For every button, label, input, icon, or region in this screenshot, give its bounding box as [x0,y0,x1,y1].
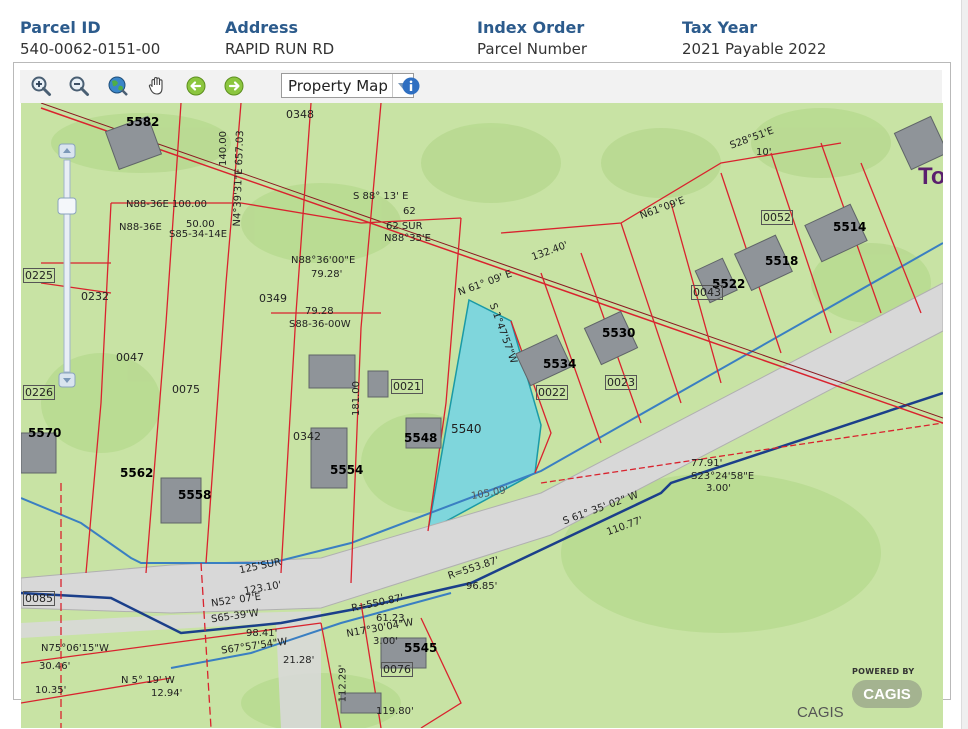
house-number-label: 5534 [543,357,577,371]
house-number-label: 5514 [833,220,867,234]
annotation: N75°06'15"W [41,643,109,654]
zoom-slider-handle[interactable] [57,197,77,215]
house-number-label: 5558 [178,488,212,502]
tax-year-field: Tax Year 2021 Payable 2022 [682,18,826,59]
parcel-code-label: 0076 [381,662,413,677]
parcel-id-value: 540-0062-0151-00 [20,40,161,58]
address-value: RAPID RUN RD [225,40,335,58]
annotation: 61.23 [376,613,405,624]
index-order-field: Index Order Parcel Number [477,18,587,59]
house-number-label: 5518 [765,254,799,268]
annotation: 79.28 [305,306,334,317]
annotation: 21.28' [283,655,315,666]
parcel-code-label: 0232 [81,290,109,303]
house-number-label: 5570 [28,426,62,440]
place-label: To [918,163,943,190]
annotation: 30.46' [39,661,71,672]
annotation: N88-36E 100.00 [126,199,208,210]
powered-by-logo: POWERED BY CAGIS [852,667,934,719]
annotation: S88-36-00W [289,319,351,330]
info-button[interactable] [398,74,424,98]
powered-by-text: POWERED BY [852,667,915,676]
annotation: 3.00' [706,483,732,494]
cagis-logo: CAGIS [852,680,922,708]
annotation: 79.28' [311,269,343,280]
annotation: 12.94' [151,688,183,699]
map-canvas [21,103,943,728]
hand-pan-icon [148,76,163,95]
annotation: 62 SUR [386,221,423,232]
zoom-slider[interactable] [55,140,81,390]
parcel-code-label: 0021 [391,379,423,394]
zoom-in-button[interactable] [28,74,54,98]
house-number-label: 5554 [330,463,364,477]
tax-year-label: Tax Year [682,18,758,37]
annotation: 181.00 [351,381,362,416]
annotation: 119.80' [376,706,414,717]
address-label: Address [225,18,299,37]
parcel-code-label: 0022 [536,385,568,400]
parcel-code-label: 0085 [23,591,55,606]
annotation: S23°24'58"E [691,471,755,482]
map-credit: CAGIS [797,704,844,721]
index-order-label: Index Order [477,18,585,37]
annotation: 3.00' [373,636,399,647]
zoom-out-icon [69,76,89,96]
parcel-id-label: Parcel ID [20,18,101,37]
page-scrollbar[interactable] [961,0,968,729]
parcel-code-label: 0052 [761,210,793,225]
annotation: N88-36E [119,222,162,233]
address-field: Address RAPID RUN RD [225,18,334,59]
parcel-code-label: 0225 [23,268,55,283]
house-number-label: 5545 [404,641,438,655]
parcel-code-label: 0023 [605,375,637,390]
back-arrow-icon [186,76,206,96]
tax-year-value: 2021 Payable 2022 [682,40,827,58]
house-number-label: 5548 [404,431,438,445]
parcel-code-label: 0047 [116,351,144,364]
globe-icon [108,76,128,96]
back-button[interactable] [183,74,209,98]
annotation: 77.91' [691,458,723,469]
zoom-in-icon [31,76,51,96]
annotation: 112.29' [337,664,349,703]
forward-arrow-icon [224,76,244,96]
house-number-label: 5582 [126,115,160,129]
parcel-code-label: 0226 [23,385,55,400]
annotation: 96.85' [466,581,498,592]
house-number-label: 5530 [602,326,636,340]
annotation: N88°36'00"E [291,255,356,266]
info-icon [402,77,420,95]
forward-button[interactable] [221,74,247,98]
map-layer-selected: Property Map [288,77,388,95]
annotation: S85-34-14E [169,229,228,240]
parcel-code-label: 0043 [691,285,723,300]
map-layer-select[interactable]: Property Map [281,73,414,98]
parcel-code-label: 0349 [259,292,287,305]
property-map[interactable]: 5582 5514 5518 5522 5530 5534 5540 5548 … [21,103,943,728]
annotation: 62 [403,206,416,217]
pan-button[interactable] [144,74,170,98]
annotation: 140.00 [218,131,229,166]
parcel-id-field: Parcel ID 540-0062-0151-00 [20,18,160,59]
parcel-code-label: 0342 [293,430,321,443]
annotation: 10.35' [35,685,67,696]
house-number-label: 5540 [451,422,482,436]
parcel-code-label: 0075 [172,383,200,396]
parcel-code-label: 0348 [286,108,314,121]
zoom-out-button[interactable] [66,74,92,98]
annotation: 10' [756,147,772,158]
full-extent-button[interactable] [105,74,131,98]
annotation: N88°35'E [384,233,431,244]
annotation: S 88° 13' E [353,191,409,202]
annotation: N 5° 19' W [121,675,175,686]
house-number-label: 5562 [120,466,154,480]
map-toolbar: Property Map [20,70,942,103]
index-order-value: Parcel Number [477,40,588,58]
